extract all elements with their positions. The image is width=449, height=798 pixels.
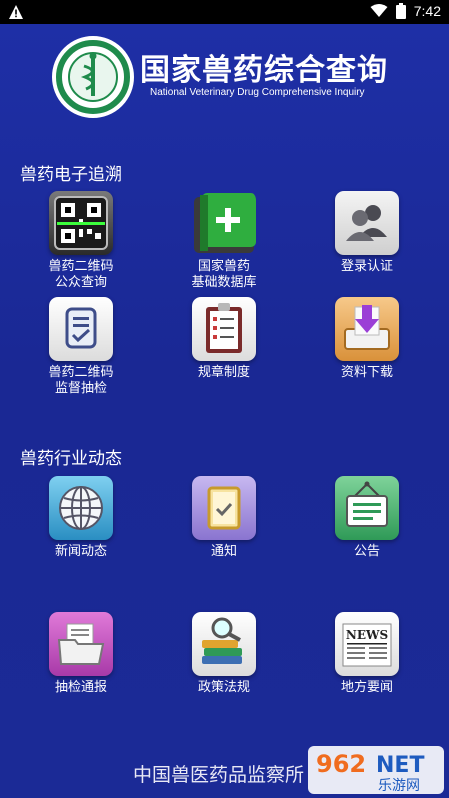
section-title-trace: 兽药电子追溯 — [20, 165, 122, 185]
tile-download[interactable]: 资料下载 — [297, 297, 437, 417]
download-tray-icon — [335, 297, 399, 361]
app-subtitle: National Veterinary Drug Comprehensive I… — [150, 87, 365, 98]
status-bar: 7:42 — [0, 0, 449, 24]
tile-label: 地方要闻 — [340, 680, 393, 695]
tile-label: 抽检通报 — [54, 680, 107, 695]
tile-notice[interactable]: 通知 — [154, 476, 294, 596]
globe-icon — [49, 476, 113, 540]
watermark-name: 乐游网 — [378, 778, 420, 794]
tile-regulations[interactable]: 规章制度 — [154, 297, 294, 417]
tile-inspection-report[interactable]: 抽检通报 — [11, 612, 151, 732]
books-magnifier-icon — [192, 612, 256, 676]
tile-label: 资料下载 — [340, 365, 393, 380]
tile-announcement[interactable]: 公告 — [297, 476, 437, 596]
tile-label: 规章制度 — [197, 365, 250, 380]
section-title-news: 兽药行业动态 — [20, 449, 122, 469]
tile-qr-supervision[interactable]: 兽药二维码 监督抽检 — [11, 297, 151, 417]
battery-icon — [395, 3, 406, 19]
newspaper-icon: NEWS — [335, 612, 399, 676]
tile-label: 国家兽药 基础数据库 — [191, 259, 257, 290]
svg-text:NEWS: NEWS — [346, 628, 388, 642]
watermark-number: 962 — [316, 750, 366, 778]
watermark-suffix: NET — [376, 753, 424, 778]
tile-qr-public-query[interactable]: 兽药二维码 公众查询 — [11, 191, 151, 311]
tile-label: 政策法规 — [197, 680, 250, 695]
tile-label: 公告 — [353, 544, 380, 559]
tile-label: 新闻动态 — [54, 544, 107, 559]
wifi-icon — [370, 4, 388, 17]
clipboard-check-icon — [49, 297, 113, 361]
tile-login[interactable]: 登录认证 — [297, 191, 437, 311]
users-icon — [335, 191, 399, 255]
tile-basic-database[interactable]: 国家兽药 基础数据库 — [154, 191, 294, 311]
app-title: 国家兽药综合查询 — [140, 53, 388, 88]
tile-label: 通知 — [210, 544, 237, 559]
tile-label: 兽药二维码 公众查询 — [48, 259, 114, 290]
status-time: 7:42 — [413, 3, 441, 19]
warning-icon — [9, 5, 23, 19]
notepad-icon — [192, 476, 256, 540]
tile-policy-law[interactable]: 政策法规 — [154, 612, 294, 732]
logo-icon — [52, 36, 134, 118]
tile-news[interactable]: 新闻动态 — [11, 476, 151, 596]
green-book-icon — [192, 191, 256, 255]
qr-scan-icon — [49, 191, 113, 255]
tile-label: 登录认证 — [340, 259, 393, 274]
tile-local-news[interactable]: NEWS 地方要闻 — [297, 612, 437, 732]
clipboard-list-icon — [192, 297, 256, 361]
notice-board-icon — [335, 476, 399, 540]
footer-organization: 中国兽医药品监察所 — [133, 764, 305, 786]
tile-label: 兽药二维码 监督抽检 — [48, 365, 114, 396]
watermark-logo: 962 NET 乐游网 — [308, 746, 444, 794]
folder-icon — [49, 612, 113, 676]
